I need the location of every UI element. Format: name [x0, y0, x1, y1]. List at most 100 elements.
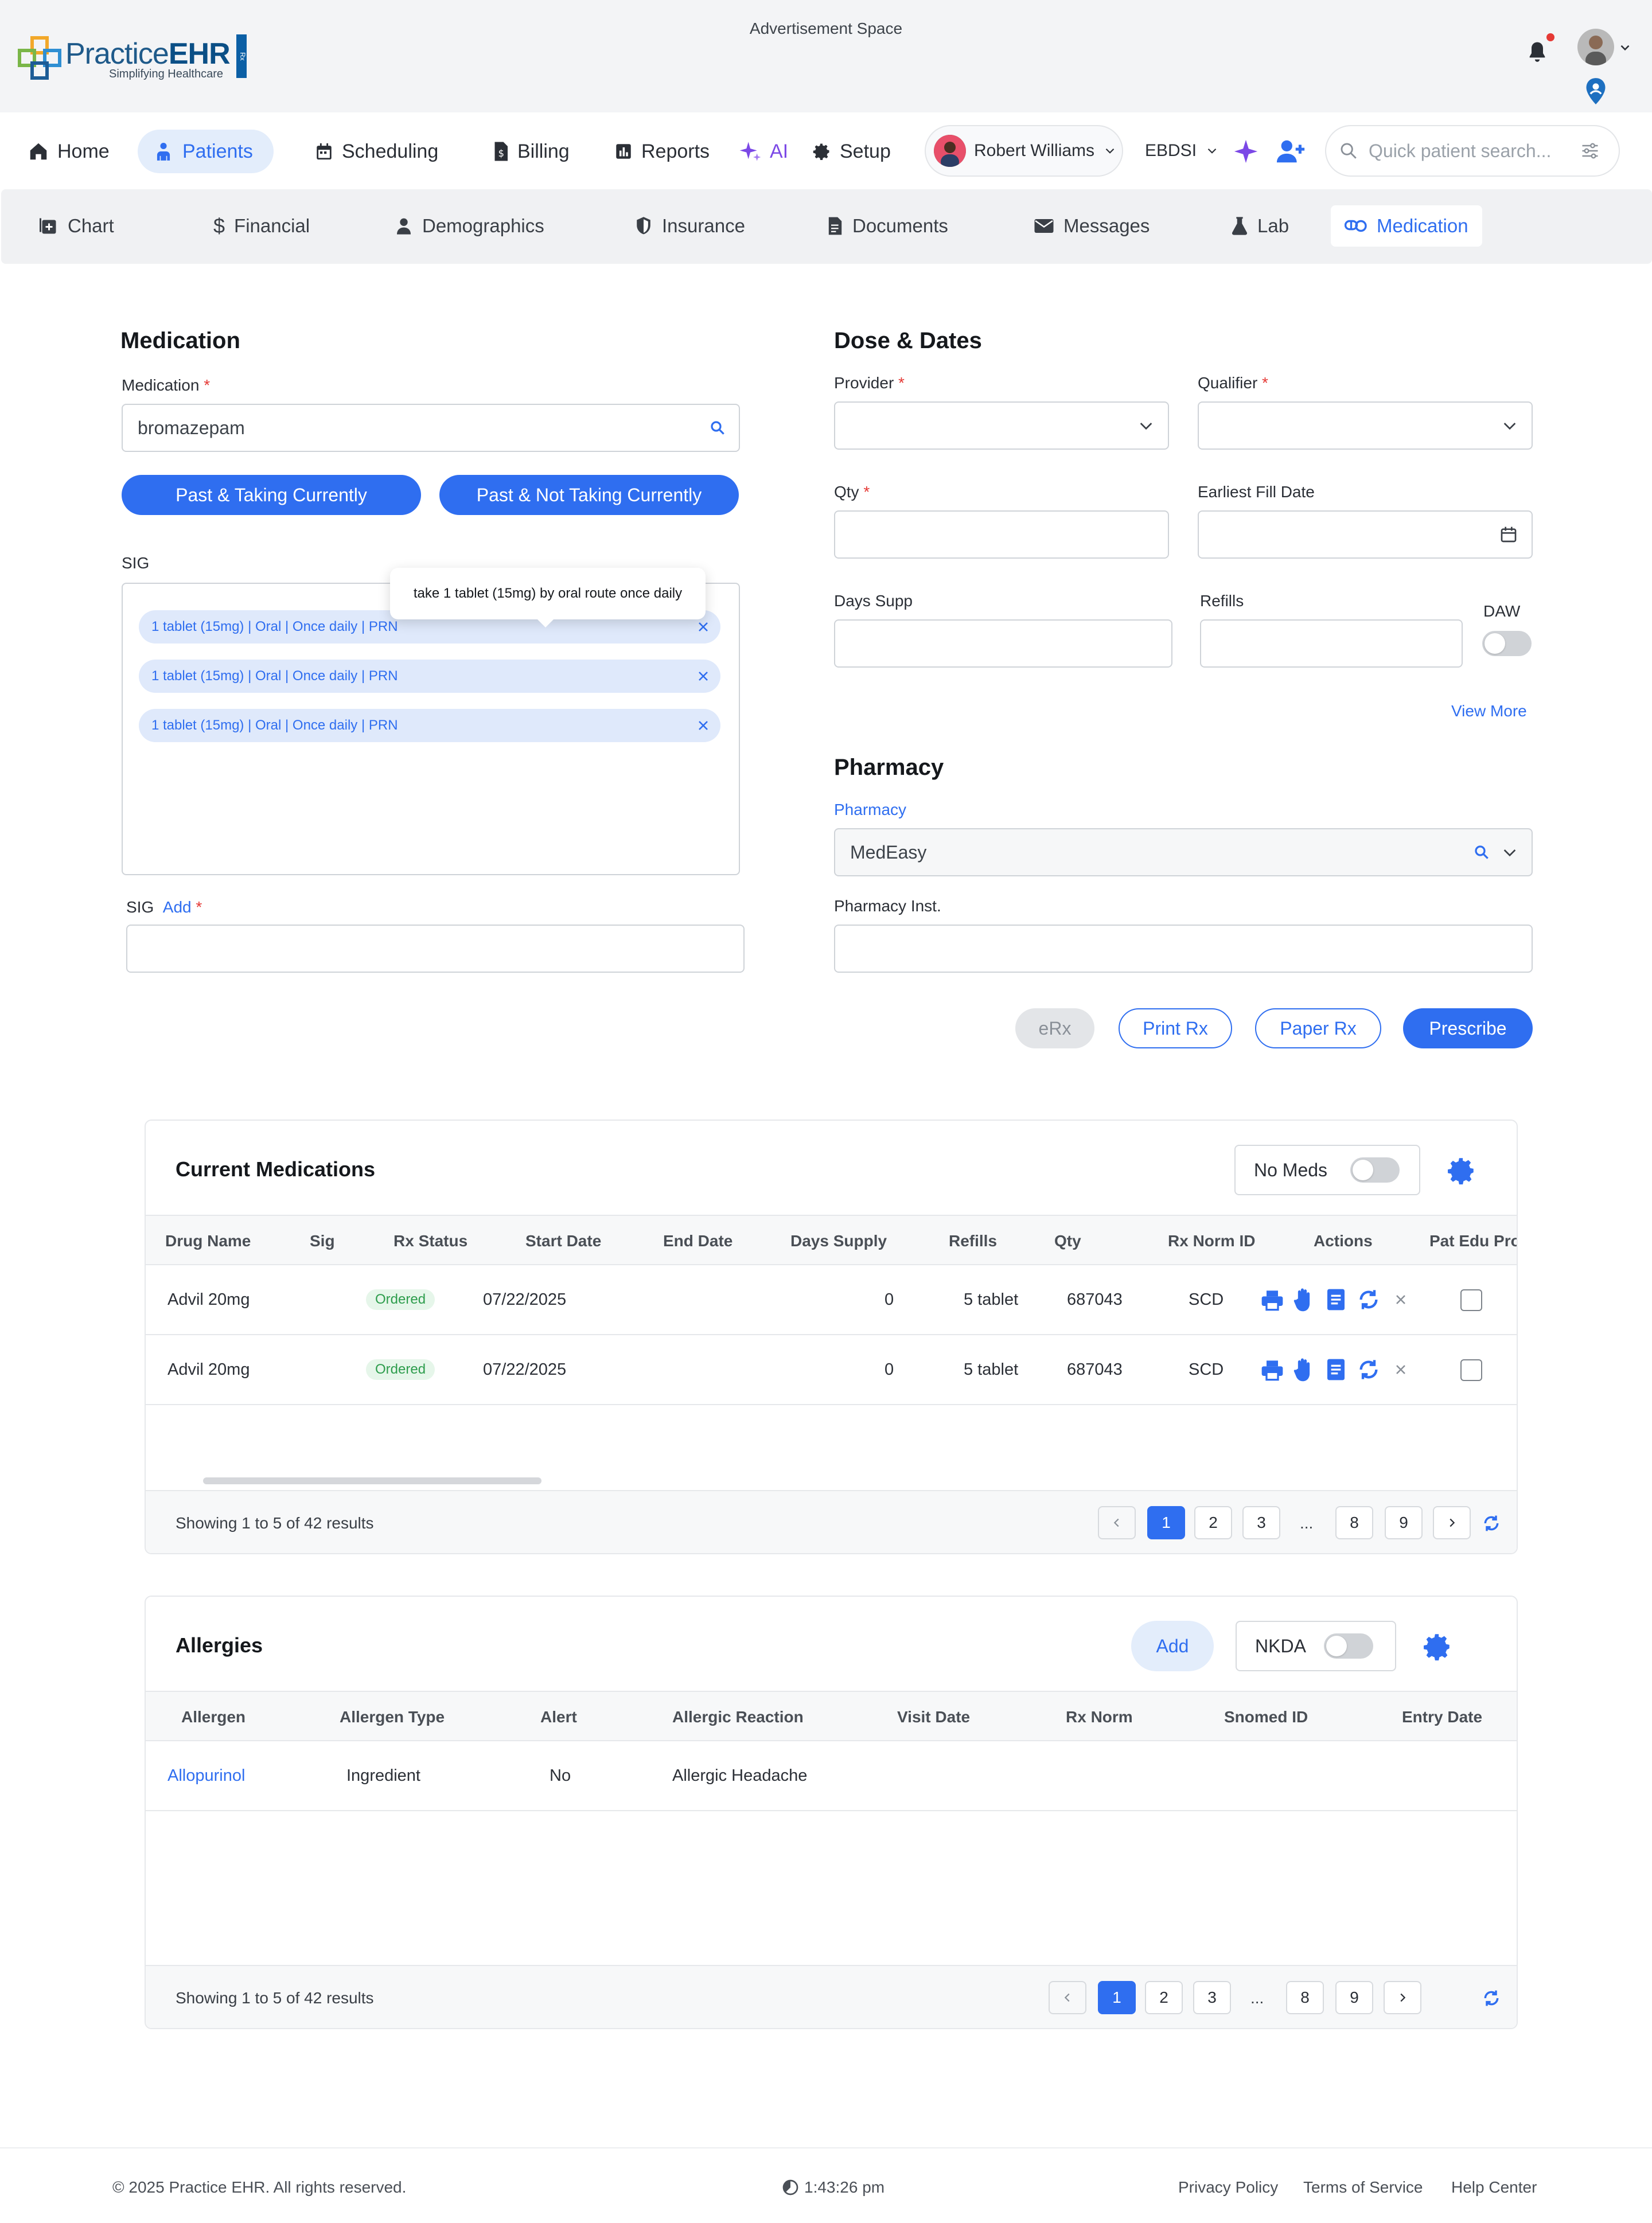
view-more-link[interactable]: View More: [1451, 702, 1527, 720]
notes-icon[interactable]: [1326, 1358, 1346, 1381]
close-icon[interactable]: [696, 719, 710, 732]
nkda-toggle[interactable]: [1324, 1633, 1373, 1659]
nav-billing[interactable]: $ Billing: [477, 130, 590, 173]
nkda-toggle-box[interactable]: NKDA: [1236, 1621, 1396, 1671]
column-header[interactable]: Visit Date: [897, 1708, 970, 1726]
tab-lab[interactable]: Lab: [1217, 205, 1303, 247]
search-icon[interactable]: [1473, 844, 1490, 861]
prescribe-button[interactable]: Prescribe: [1403, 1008, 1533, 1048]
quick-patient-search-input[interactable]: [1369, 140, 1569, 162]
horizontal-scrollbar[interactable]: [203, 1477, 541, 1484]
hand-stop-icon[interactable]: [1293, 1357, 1315, 1382]
column-header[interactable]: Refills: [949, 1232, 997, 1250]
terms-of-service-link[interactable]: Terms of Service: [1303, 2178, 1423, 2197]
practice-ehr-logo[interactable]: PracticeEHR Simplifying Healthcare Rx: [17, 32, 258, 84]
sig-chip[interactable]: 1 tablet (15mg) | Oral | Once daily | PR…: [139, 709, 720, 742]
table-row[interactable]: Advil 20mg Ordered 07/22/2025 0 5 tablet…: [146, 1335, 1517, 1405]
qty-input[interactable]: [835, 512, 1168, 557]
search-icon[interactable]: [709, 419, 726, 436]
column-header[interactable]: Drug Name: [165, 1232, 251, 1250]
column-header[interactable]: Qty: [1054, 1232, 1081, 1250]
pharmacy-inst-input[interactable]: [835, 926, 1532, 972]
tab-chart[interactable]: Chart: [24, 205, 128, 247]
table-row[interactable]: Advil 20mg Ordered 07/22/2025 0 5 tablet…: [146, 1265, 1517, 1335]
past-not-taking-currently-button[interactable]: Past & Not Taking Currently: [439, 475, 739, 515]
page-button[interactable]: 2: [1194, 1506, 1232, 1539]
close-icon[interactable]: [1394, 1293, 1408, 1306]
column-header[interactable]: Pat Edu Pro: [1429, 1232, 1517, 1250]
medication-search-field[interactable]: [122, 404, 740, 452]
column-header[interactable]: Sig: [310, 1232, 335, 1250]
no-meds-toggle-box[interactable]: No Meds: [1234, 1145, 1420, 1195]
column-header[interactable]: Entry Date: [1402, 1708, 1482, 1726]
gear-icon[interactable]: [1420, 1630, 1454, 1663]
chevron-down-icon[interactable]: [1618, 40, 1632, 55]
page-button[interactable]: 3: [1193, 1981, 1231, 2014]
provider-select[interactable]: [834, 401, 1169, 450]
calendar-icon[interactable]: [1499, 525, 1518, 544]
next-page-button[interactable]: [1433, 1506, 1471, 1539]
close-icon[interactable]: [696, 669, 710, 683]
page-button[interactable]: 8: [1335, 1506, 1373, 1539]
page-button[interactable]: 9: [1335, 1981, 1373, 2014]
daw-toggle[interactable]: [1482, 631, 1532, 656]
table-row[interactable]: Allopurinol Ingredient No Allergic Heada…: [146, 1741, 1517, 1811]
pharmacy-input[interactable]: [835, 829, 1532, 875]
print-rx-button[interactable]: Print Rx: [1119, 1008, 1232, 1048]
close-icon[interactable]: [696, 620, 710, 634]
nav-reports[interactable]: Reports: [599, 130, 730, 173]
column-header[interactable]: Actions: [1314, 1232, 1373, 1250]
nav-setup[interactable]: Setup: [796, 130, 911, 173]
refills-field[interactable]: [1200, 619, 1463, 668]
location-pin-icon[interactable]: [1583, 77, 1608, 107]
nav-home[interactable]: Home: [13, 130, 130, 173]
erx-button[interactable]: eRx: [1015, 1008, 1094, 1048]
pat-edu-checkbox[interactable]: [1460, 1359, 1482, 1381]
pat-edu-checkbox[interactable]: [1460, 1289, 1482, 1311]
pharmacy-select[interactable]: [834, 828, 1533, 876]
column-header[interactable]: Snomed ID: [1224, 1708, 1308, 1726]
close-icon[interactable]: [1394, 1363, 1408, 1376]
hand-stop-icon[interactable]: [1293, 1287, 1315, 1312]
tab-demographics[interactable]: Demographics: [381, 205, 558, 247]
gear-icon[interactable]: [1444, 1154, 1478, 1187]
refresh-icon[interactable]: [1482, 1989, 1501, 2007]
allergen-link[interactable]: Allopurinol: [167, 1766, 245, 1785]
column-header[interactable]: Rx Norm: [1066, 1708, 1133, 1726]
quick-patient-search[interactable]: [1325, 125, 1620, 177]
ai-sparkle-icon[interactable]: [1233, 139, 1259, 164]
print-icon[interactable]: [1261, 1289, 1284, 1311]
prev-page-button[interactable]: [1049, 1981, 1086, 2014]
org-selector[interactable]: EBDSI: [1145, 141, 1219, 161]
tab-insurance[interactable]: Insurance: [621, 205, 759, 247]
earliest-fill-date-field[interactable]: [1198, 510, 1533, 559]
column-header[interactable]: Alert: [540, 1708, 577, 1726]
page-button[interactable]: 8: [1286, 1981, 1324, 2014]
page-button[interactable]: 1: [1147, 1506, 1185, 1539]
nav-scheduling[interactable]: Scheduling: [299, 130, 459, 173]
notification-bell-icon[interactable]: [1526, 40, 1549, 65]
column-header[interactable]: End Date: [663, 1232, 733, 1250]
next-page-button[interactable]: [1384, 1981, 1421, 2014]
days-supp-input[interactable]: [835, 621, 1171, 666]
notes-icon[interactable]: [1326, 1288, 1346, 1311]
sig-add-link[interactable]: Add: [163, 898, 192, 916]
privacy-policy-link[interactable]: Privacy Policy: [1178, 2178, 1278, 2197]
medication-input[interactable]: [123, 405, 739, 451]
tab-documents[interactable]: Documents: [813, 205, 962, 247]
no-meds-toggle[interactable]: [1350, 1157, 1400, 1183]
page-button[interactable]: 9: [1385, 1506, 1423, 1539]
past-taking-currently-button[interactable]: Past & Taking Currently: [122, 475, 421, 515]
add-patient-icon[interactable]: [1276, 138, 1307, 165]
filter-sliders-icon[interactable]: [1580, 141, 1600, 161]
refresh-icon[interactable]: [1357, 1358, 1380, 1381]
prev-page-button[interactable]: [1098, 1506, 1136, 1539]
column-header[interactable]: Allergen Type: [340, 1708, 445, 1726]
help-center-link[interactable]: Help Center: [1451, 2178, 1537, 2197]
refresh-icon[interactable]: [1482, 1514, 1501, 1532]
sig-input-field[interactable]: [126, 925, 745, 973]
column-header[interactable]: Start Date: [525, 1232, 601, 1250]
tab-medication[interactable]: Medication: [1331, 205, 1482, 247]
add-allergy-button[interactable]: Add: [1131, 1621, 1214, 1671]
column-header[interactable]: Rx Norm ID: [1168, 1232, 1255, 1250]
